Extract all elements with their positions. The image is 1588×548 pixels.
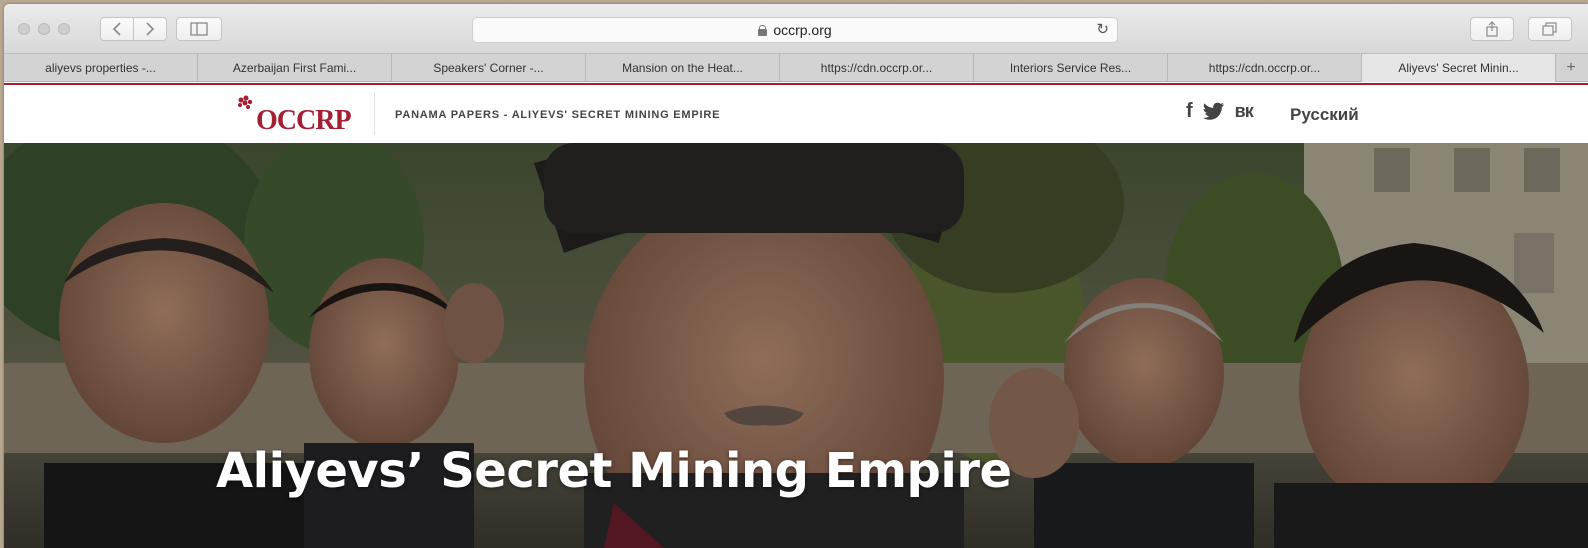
chevron-left-icon: [112, 22, 121, 36]
tab-aliyevs-secret-mining[interactable]: Aliyevs' Secret Minin...: [1362, 54, 1556, 82]
url-text: occrp.org: [773, 22, 832, 38]
header-divider: [374, 93, 375, 135]
logo-mark-icon: [238, 95, 253, 109]
reload-icon[interactable]: ↻: [1096, 20, 1109, 38]
address-bar[interactable]: occrp.org ↻: [472, 17, 1118, 43]
share-button[interactable]: [1470, 17, 1514, 41]
tabs-overview-button[interactable]: [1528, 17, 1572, 41]
sidebar-toggle-button[interactable]: [176, 17, 222, 41]
tab-label: https://cdn.occrp.or...: [1208, 61, 1321, 75]
tab-interiors-service[interactable]: Interiors Service Res...: [974, 54, 1168, 82]
tab-cdn-occrp-1[interactable]: https://cdn.occrp.or...: [780, 54, 974, 82]
tab-label: Aliyevs' Secret Minin...: [1398, 61, 1519, 75]
lock-icon: [758, 25, 768, 36]
minimize-window-button[interactable]: [38, 23, 50, 35]
tab-speakers-corner[interactable]: Speakers' Corner -...: [392, 54, 586, 82]
site-header: OCCRP PANAMA PAPERS - ALIYEVS' SECRET MI…: [4, 83, 1588, 143]
close-window-button[interactable]: [18, 23, 30, 35]
share-icon: [1486, 21, 1498, 37]
tab-label: Speakers' Corner -...: [433, 61, 544, 75]
tabs-icon: [1542, 22, 1557, 36]
facebook-icon[interactable]: f: [1186, 101, 1193, 121]
browser-toolbar: occrp.org ↻: [4, 4, 1588, 54]
chevron-right-icon: [146, 22, 155, 36]
hero-banner: Aliyevs’ Secret Mining Empire: [4, 143, 1588, 548]
plus-icon: +: [1566, 58, 1576, 76]
twitter-icon[interactable]: [1202, 102, 1225, 120]
tab-label: Interiors Service Res...: [1009, 61, 1132, 75]
tab-mansion-on-the-heath[interactable]: Mansion on the Heat...: [586, 54, 780, 82]
forward-button[interactable]: [133, 17, 167, 41]
tab-label: aliyevs properties -...: [45, 61, 156, 75]
tab-label: Azerbaijan First Fami...: [232, 61, 357, 75]
zoom-window-button[interactable]: [58, 23, 70, 35]
tab-cdn-occrp-2[interactable]: https://cdn.occrp.or...: [1168, 54, 1362, 82]
tab-label: https://cdn.occrp.or...: [820, 61, 933, 75]
tab-aliyevs-properties[interactable]: aliyevs properties -...: [4, 54, 198, 82]
tab-bar: aliyevs properties -... Azerbaijan First…: [4, 54, 1588, 82]
hero-title: Aliyevs’ Secret Mining Empire: [216, 443, 1012, 499]
vk-icon[interactable]: вк: [1235, 102, 1254, 120]
browser-window: occrp.org ↻ aliyevs properties -... Azer…: [4, 4, 1588, 548]
language-switch-link[interactable]: Русский: [1290, 105, 1359, 125]
back-button[interactable]: [100, 17, 134, 41]
tab-azerbaijan-first-family[interactable]: Azerbaijan First Fami...: [198, 54, 392, 82]
new-tab-button[interactable]: +: [1556, 54, 1586, 81]
social-links: f вк: [1186, 101, 1254, 121]
logo-text: OCCRP: [256, 105, 352, 136]
tab-label: Mansion on the Heat...: [622, 61, 743, 75]
section-title[interactable]: PANAMA PAPERS - ALIYEVS' SECRET MINING E…: [395, 109, 720, 121]
sidebar-icon: [190, 22, 208, 36]
